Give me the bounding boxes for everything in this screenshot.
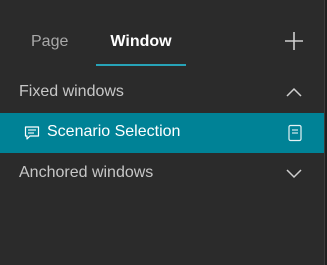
message-icon (24, 126, 40, 140)
anchored-windows-header[interactable]: Anchored windows (0, 154, 324, 192)
plus-icon (285, 32, 303, 50)
window-item-label: Scenario Selection (47, 123, 181, 140)
tab-page[interactable]: Page (31, 22, 68, 66)
window-list-panel: Page Window Fixed windows Scenario Selec… (0, 0, 325, 265)
tab-bar: Page Window (0, 22, 324, 66)
tab-window[interactable]: Window (96, 22, 186, 66)
chevron-up-icon (286, 87, 302, 97)
window-item-scenario-selection[interactable]: Scenario Selection (0, 113, 324, 153)
page-icon[interactable] (287, 124, 303, 142)
chevron-down-icon (286, 169, 302, 179)
anchored-windows-label: Anchored windows (19, 164, 154, 181)
fixed-windows-label: Fixed windows (19, 83, 124, 100)
fixed-windows-header[interactable]: Fixed windows (0, 73, 324, 111)
active-tab-indicator (96, 64, 186, 66)
add-window-button[interactable] (283, 30, 305, 52)
